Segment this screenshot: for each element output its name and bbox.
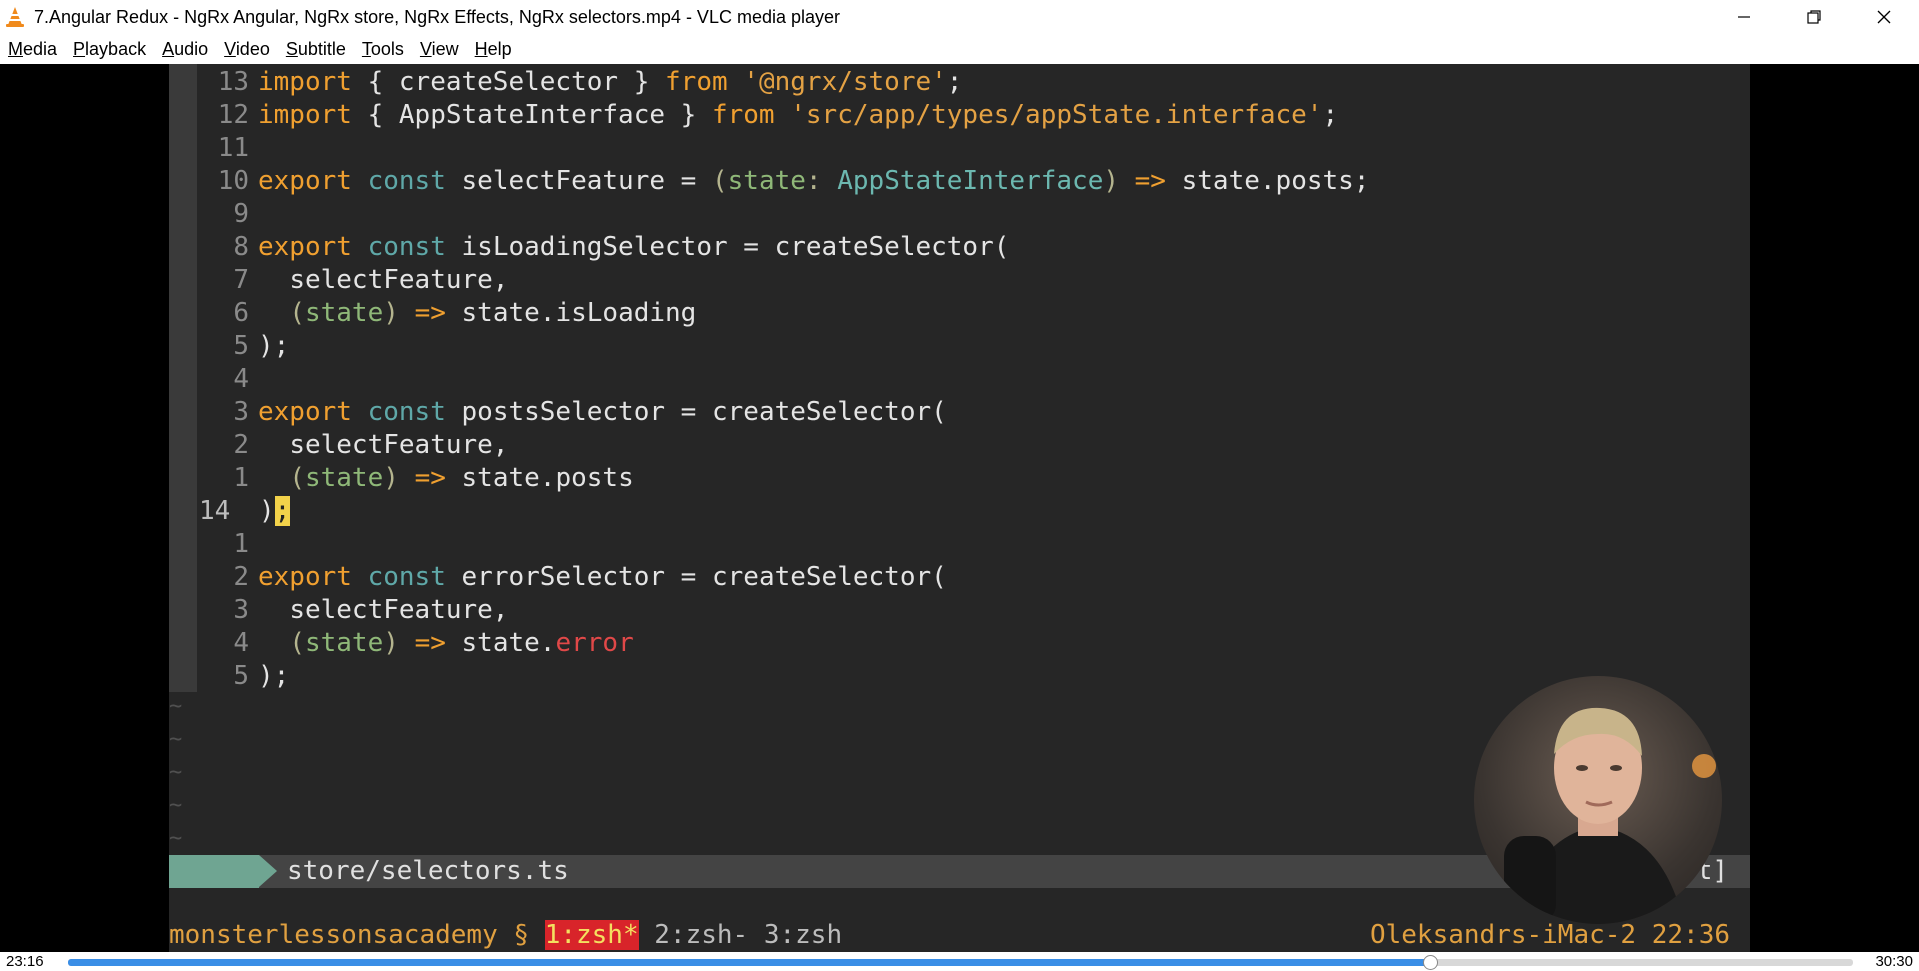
elapsed-time: 23:16 xyxy=(6,953,44,970)
menu-bar: Media Playback Audio Video Subtitle Tool… xyxy=(0,34,1919,64)
total-time: 30:30 xyxy=(1875,953,1913,970)
seek-handle[interactable] xyxy=(1422,955,1438,970)
mode-indicator xyxy=(169,855,259,888)
tmux-host-time: Oleksandrs-iMac-2 22:36 xyxy=(1369,920,1730,950)
menu-view[interactable]: View xyxy=(420,39,459,60)
tmux-status-bar: monsterlessonsacademy § 1:zsh* 2:zsh- 3:… xyxy=(169,919,1750,952)
text-cursor: ; xyxy=(274,496,291,526)
tmux-windows: 2:zsh- 3:zsh xyxy=(638,920,843,950)
minimize-button[interactable] xyxy=(1709,0,1779,34)
restore-button[interactable] xyxy=(1779,0,1849,34)
close-button[interactable] xyxy=(1849,0,1919,34)
code-line: 2 selectFeature, xyxy=(233,430,509,460)
seek-slider[interactable] xyxy=(68,955,1853,970)
code-line-current: 14); xyxy=(199,496,291,526)
code-line: 5); xyxy=(233,661,290,691)
code-line: 10 export const selectFeature = (state: A… xyxy=(217,166,1370,196)
empty-line-marker: ~ xyxy=(169,760,183,785)
code-line: 3 export const postsSelector = createSele… xyxy=(233,397,947,427)
code-line: 12 import { AppStateInterface } from 'src… xyxy=(217,100,1339,130)
playback-bar: 23:16 30:30 xyxy=(0,952,1919,971)
code-line: 3 selectFeature, xyxy=(233,595,509,625)
webcam-overlay xyxy=(1474,676,1722,924)
menu-video[interactable]: Video xyxy=(224,39,270,60)
menu-help[interactable]: Help xyxy=(475,39,512,60)
code-line: 11 xyxy=(217,133,249,163)
code-line: 9 xyxy=(233,199,249,229)
code-line: 2 export const errorSelector = createSele… xyxy=(233,562,947,592)
code-line: 4 (state) => state.error xyxy=(233,628,634,658)
code-line: 6 (state) => state.isLoading xyxy=(233,298,697,328)
code-line: 4 xyxy=(233,364,249,394)
code-line: 8 export const isLoadingSelector = create… xyxy=(233,232,1010,262)
empty-line-marker: ~ xyxy=(169,727,183,752)
title-bar: 7.Angular Redux - NgRx Angular, NgRx sto… xyxy=(0,0,1919,34)
menu-tools[interactable]: Tools xyxy=(362,39,404,60)
close-icon xyxy=(1877,10,1891,24)
restore-icon xyxy=(1807,10,1821,24)
video-frame[interactable]: 13 import { createSelector } from '@ngrx/… xyxy=(169,64,1750,952)
tmux-session: monsterlessonsacademy § xyxy=(169,920,545,950)
file-name: store/selectors.ts xyxy=(287,856,569,886)
vlc-cone-icon xyxy=(6,7,24,27)
empty-line-marker: ~ xyxy=(169,694,183,719)
window-title: 7.Angular Redux - NgRx Angular, NgRx sto… xyxy=(34,6,841,27)
minimize-icon xyxy=(1738,16,1750,18)
code-line: 7 selectFeature, xyxy=(233,265,509,295)
tmux-active-window: 1:zsh* xyxy=(544,920,639,950)
menu-playback[interactable]: Playback xyxy=(73,39,146,60)
seek-progress xyxy=(68,959,1430,966)
empty-line-marker: ~ xyxy=(169,826,183,851)
empty-line-marker: ~ xyxy=(169,793,183,818)
code-line: 1 xyxy=(233,529,249,559)
menu-subtitle[interactable]: Subtitle xyxy=(286,39,346,60)
mode-arrow xyxy=(259,855,277,887)
menu-media[interactable]: Media xyxy=(8,39,57,60)
code-line: 1 (state) => state.posts xyxy=(233,463,634,493)
code-line: 13 import { createSelector } from '@ngrx/… xyxy=(217,67,963,97)
presenter-image xyxy=(1504,707,1716,924)
code-line: 5); xyxy=(233,331,290,361)
menu-audio[interactable]: Audio xyxy=(162,39,208,60)
